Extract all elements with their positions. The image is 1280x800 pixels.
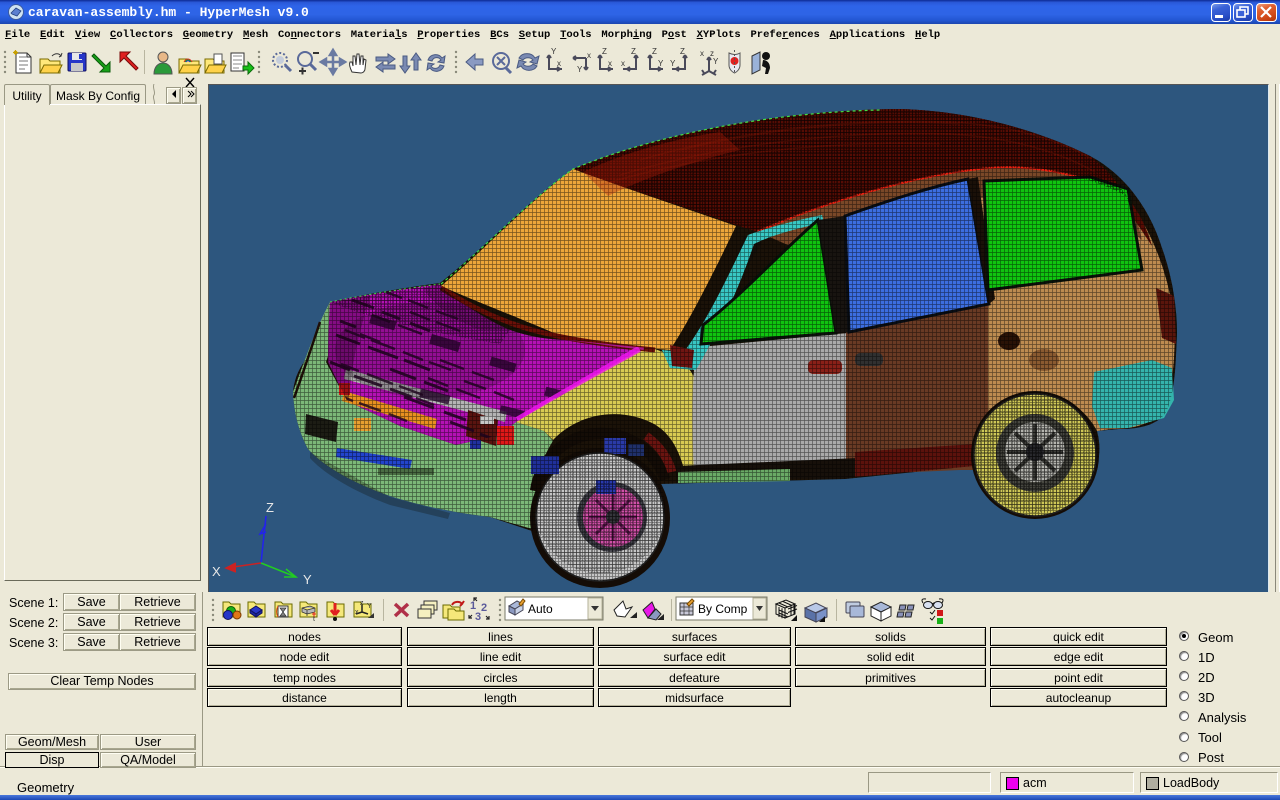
svg-text:Y: Y xyxy=(367,603,372,610)
svg-text:z: z xyxy=(360,600,364,607)
svg-text:2: 2 xyxy=(481,602,487,614)
svg-text:Y: Y xyxy=(577,65,583,74)
svg-text:Z: Z xyxy=(652,47,657,56)
svg-text:Z: Z xyxy=(602,47,607,56)
svg-text:X: X xyxy=(212,564,221,579)
svg-text:x: x xyxy=(557,59,561,68)
svg-text:By Comp: By Comp xyxy=(698,602,748,616)
svg-text:Z: Z xyxy=(266,500,274,515)
svg-text:Y: Y xyxy=(303,572,312,587)
svg-text:Y: Y xyxy=(670,59,676,68)
svg-text:Auto: Auto xyxy=(528,602,553,616)
svg-text:x: x xyxy=(587,51,591,60)
svg-text:x: x xyxy=(621,59,625,68)
svg-text:x: x xyxy=(700,49,704,58)
svg-text:Z: Z xyxy=(631,47,636,56)
svg-text:x: x xyxy=(608,59,612,68)
svg-text:3: 3 xyxy=(475,611,481,623)
svg-text:Y: Y xyxy=(658,59,664,68)
svg-text:Y: Y xyxy=(713,57,719,66)
svg-text:x: x xyxy=(355,609,359,616)
svg-text:Z: Z xyxy=(680,47,685,56)
svg-text:t: t xyxy=(313,616,315,623)
svg-text:Y: Y xyxy=(551,47,557,56)
